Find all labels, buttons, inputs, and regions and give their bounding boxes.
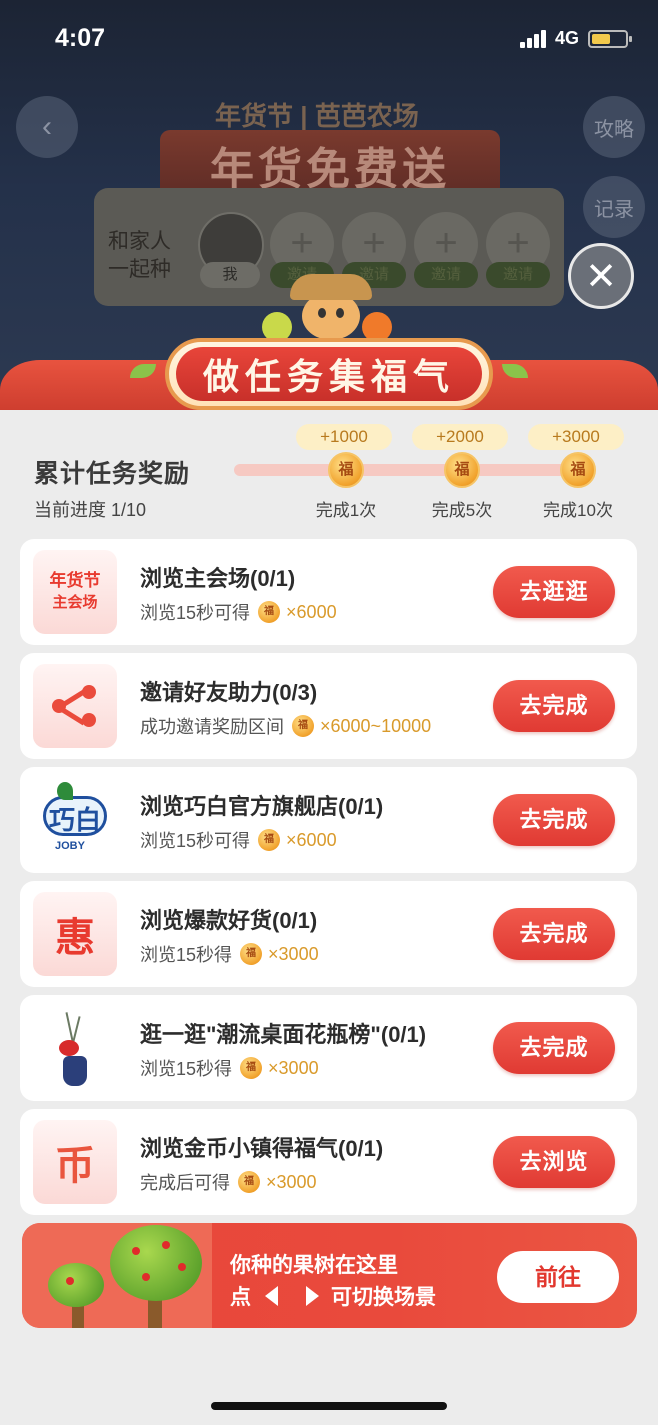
invite-label[interactable]: 邀请 — [486, 262, 550, 288]
flower-vase-icon — [33, 1006, 117, 1090]
qiaobai-logo-icon: 巧白 JOBY — [33, 778, 117, 862]
fu-coin-icon: 福 — [240, 1057, 263, 1079]
task-card-coin-town: 币 浏览金币小镇得福气(0/1) 完成后可得福 ×3000 去浏览 — [20, 1109, 637, 1215]
fu-coin-icon: 福 — [444, 452, 480, 488]
fu-coin-icon: 福 — [240, 943, 263, 965]
task-card-hot-items: 惠 浏览爆款好货(0/1) 浏览15秒得福 ×3000 去完成 — [20, 881, 637, 987]
task-title: 浏览巧白官方旗舰店(0/1) — [140, 794, 384, 819]
task-title: 邀请好友助力(0/3) — [140, 680, 318, 705]
modal-title: 做任务集福气 — [176, 347, 482, 401]
task-reward: 浏览15秒可得福 ×6000 — [140, 601, 337, 623]
task-reward: 成功邀请奖励区间福 ×6000~10000 — [140, 715, 432, 737]
milestone-label: 完成1次 — [315, 501, 377, 520]
status-time: 4:07 — [55, 24, 106, 52]
go-complete-button[interactable]: 去完成 — [493, 908, 615, 960]
coin-bi-icon: 币 — [33, 1120, 117, 1204]
progress-track — [234, 464, 596, 476]
task-title: 逛一逛"潮流桌面花瓶榜"(0/1) — [140, 1022, 427, 1047]
tree-banner-text: 你种的果树在这里 — [230, 1254, 398, 1277]
milestone-label: 完成10次 — [543, 501, 613, 520]
go-complete-button[interactable]: 去完成 — [493, 794, 615, 846]
modal-title-plaque: 做任务集福气 — [165, 338, 493, 410]
family-label: 和家人一起种 — [108, 230, 171, 281]
fu-coin-icon: 福 — [238, 1171, 260, 1193]
task-card-invite-friends: 邀请好友助力(0/3) 成功邀请奖励区间福 ×6000~10000 去完成 — [20, 653, 637, 759]
network-label: 4G — [555, 28, 580, 48]
milestone-reward: +3000 — [528, 424, 624, 450]
milestone-label: 完成5次 — [431, 501, 493, 520]
arrow-right-icon — [306, 1286, 319, 1306]
discount-hui-icon: 惠 — [33, 892, 117, 976]
fu-coin-icon: 福 — [292, 715, 314, 737]
task-reward: 浏览15秒可得福 ×6000 — [140, 829, 337, 851]
status-bar: 4:07 4G — [0, 0, 658, 80]
strategy-button[interactable]: 攻略 — [583, 96, 645, 158]
task-title: 浏览主会场(0/1) — [140, 566, 296, 591]
task-card-qiaobai-store: 巧白 JOBY 浏览巧白官方旗舰店(0/1) 浏览15秒可得福 ×6000 去完成 — [20, 767, 637, 873]
me-label: 我 — [200, 262, 260, 288]
fu-coin-icon: 福 — [328, 452, 364, 488]
fruit-tree-banner: 你种的果树在这里 点 可切换场景 前往 — [22, 1223, 637, 1328]
tree-banner-hint: 点 可切换场景 — [230, 1286, 436, 1309]
milestone-reward: +1000 — [296, 424, 392, 450]
milestone-reward: +2000 — [412, 424, 508, 450]
task-title: 浏览爆款好货(0/1) — [140, 908, 318, 933]
fu-coin-icon: 福 — [560, 452, 596, 488]
task-title: 浏览金币小镇得福气(0/1) — [140, 1136, 384, 1161]
battery-icon — [588, 30, 632, 48]
go-browse-button[interactable]: 去逛逛 — [493, 566, 615, 618]
task-reward: 浏览15秒得福 ×3000 — [140, 1057, 319, 1079]
close-button[interactable]: ✕ — [568, 243, 634, 309]
arrow-left-icon — [265, 1286, 278, 1306]
brand-title: 年货节 | 芭芭农场 — [215, 101, 419, 131]
task-card-main-venue: 年货节 主会场 浏览主会场(0/1) 浏览15秒可得福 ×6000 去逛逛 — [20, 539, 637, 645]
records-button[interactable]: 记录 — [583, 176, 645, 238]
task-card-vase-ranking: 逛一逛"潮流桌面花瓶榜"(0/1) 浏览15秒得福 ×3000 去完成 — [20, 995, 637, 1101]
close-icon: ✕ — [585, 255, 617, 298]
go-complete-button[interactable]: 去完成 — [493, 1022, 615, 1074]
go-complete-button[interactable]: 去完成 — [493, 680, 615, 732]
cat-mascot-icon — [290, 274, 372, 342]
go-to-tree-button[interactable]: 前往 — [497, 1251, 619, 1303]
invite-label[interactable]: 邀请 — [414, 262, 478, 288]
task-reward: 浏览15秒得福 ×3000 — [140, 943, 319, 965]
task-reward: 完成后可得福 ×3000 — [140, 1171, 317, 1193]
progress-title: 累计任务奖励 — [34, 460, 191, 488]
share-icon — [33, 664, 117, 748]
progress-current: 当前进度 1/10 — [34, 500, 147, 520]
new-year-festival-icon: 年货节 主会场 — [33, 550, 117, 634]
home-indicator — [211, 1402, 447, 1410]
go-browse-button[interactable]: 去浏览 — [493, 1136, 615, 1188]
signal-icon — [520, 30, 550, 48]
fu-coin-icon: 福 — [258, 829, 281, 851]
back-icon[interactable]: ‹ — [16, 96, 78, 158]
fu-coin-icon: 福 — [258, 601, 281, 623]
